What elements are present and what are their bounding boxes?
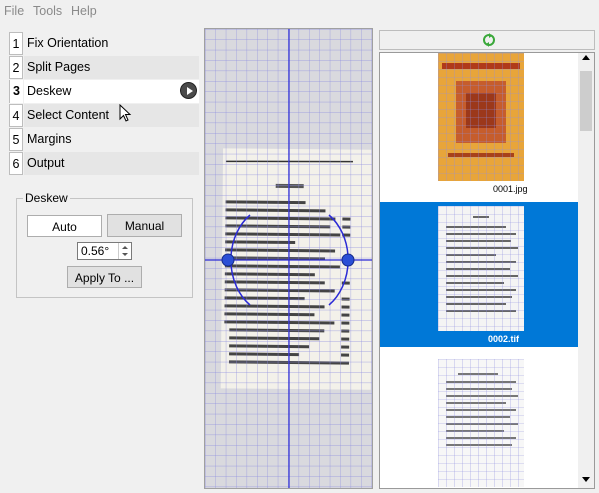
stage-number: 4 bbox=[9, 104, 23, 127]
mouse-cursor-icon bbox=[119, 104, 132, 122]
spin-up-icon[interactable] bbox=[122, 246, 128, 249]
stage-label: Fix Orientation bbox=[27, 36, 109, 50]
group-title: Deskew bbox=[23, 191, 70, 205]
menu-tools[interactable]: Tools bbox=[33, 4, 62, 18]
stage-number: 5 bbox=[9, 128, 23, 151]
thumbnail-panel: 0001.jpg 0002.tif bbox=[378, 28, 597, 489]
thumbnail-image bbox=[438, 206, 524, 331]
thumbnail-caption: 0001.jpg bbox=[493, 184, 528, 194]
stage-output[interactable]: 6 Output bbox=[9, 152, 199, 176]
angle-value: 0.56° bbox=[81, 244, 110, 258]
thumbnail-0002-selected[interactable]: 0002.tif bbox=[380, 202, 580, 347]
scroll-thumb[interactable] bbox=[580, 71, 592, 131]
stage-label: Split Pages bbox=[24, 56, 199, 79]
menu-help[interactable]: Help bbox=[71, 4, 97, 18]
thumbnail-toolbar bbox=[379, 30, 595, 50]
spin-down-icon[interactable] bbox=[122, 253, 128, 256]
thumbnail-caption: 0002.tif bbox=[488, 334, 520, 344]
angle-spinbox[interactable]: 0.56° bbox=[77, 242, 132, 260]
stage-split-pages[interactable]: 2 Split Pages bbox=[9, 56, 199, 80]
thumbnail-image bbox=[438, 359, 524, 487]
thumbnail-list[interactable]: 0001.jpg 0002.tif bbox=[379, 52, 595, 489]
stage-list: 1 Fix Orientation 2 Split Pages 3 Deskew… bbox=[9, 32, 199, 176]
stage-number: 1 bbox=[9, 32, 23, 55]
stage-number: 2 bbox=[9, 56, 23, 79]
stage-number: 6 bbox=[9, 152, 23, 175]
play-icon[interactable] bbox=[180, 82, 197, 99]
spin-arrows[interactable] bbox=[118, 243, 131, 259]
auto-button[interactable]: Auto bbox=[27, 215, 102, 237]
stage-select-content[interactable]: 4 Select Content bbox=[9, 104, 199, 128]
rotation-handle-right[interactable] bbox=[341, 253, 355, 267]
preview-canvas bbox=[205, 29, 372, 488]
thumbnail-0003[interactable] bbox=[380, 355, 580, 488]
thumbnail-scrollbar[interactable] bbox=[578, 53, 594, 488]
stage-label: Deskew bbox=[24, 80, 199, 103]
menu-bar: File Tools Help bbox=[0, 0, 599, 22]
stage-margins[interactable]: 5 Margins bbox=[9, 128, 199, 152]
scroll-up-icon[interactable] bbox=[582, 55, 590, 60]
stage-label: Margins bbox=[27, 132, 72, 146]
scroll-down-icon[interactable] bbox=[582, 477, 590, 482]
thumbnail-0001[interactable]: 0001.jpg bbox=[380, 53, 580, 200]
deskew-preview[interactable] bbox=[204, 28, 373, 489]
stage-label: Select Content bbox=[24, 104, 199, 127]
stage-label: Output bbox=[24, 152, 199, 175]
stage-number: 3 bbox=[9, 80, 23, 103]
menu-file[interactable]: File bbox=[4, 4, 24, 18]
deskew-options-group: Deskew Auto Manual 0.56° Apply To ... bbox=[16, 191, 193, 298]
rotation-handle-left[interactable] bbox=[221, 253, 235, 267]
stage-deskew[interactable]: 3 Deskew bbox=[9, 80, 199, 104]
thumbnail-image bbox=[438, 53, 524, 181]
sync-icon[interactable] bbox=[482, 33, 496, 47]
apply-to-button[interactable]: Apply To ... bbox=[67, 266, 142, 288]
manual-button[interactable]: Manual bbox=[107, 214, 182, 237]
stage-fix-orientation[interactable]: 1 Fix Orientation bbox=[9, 32, 199, 56]
